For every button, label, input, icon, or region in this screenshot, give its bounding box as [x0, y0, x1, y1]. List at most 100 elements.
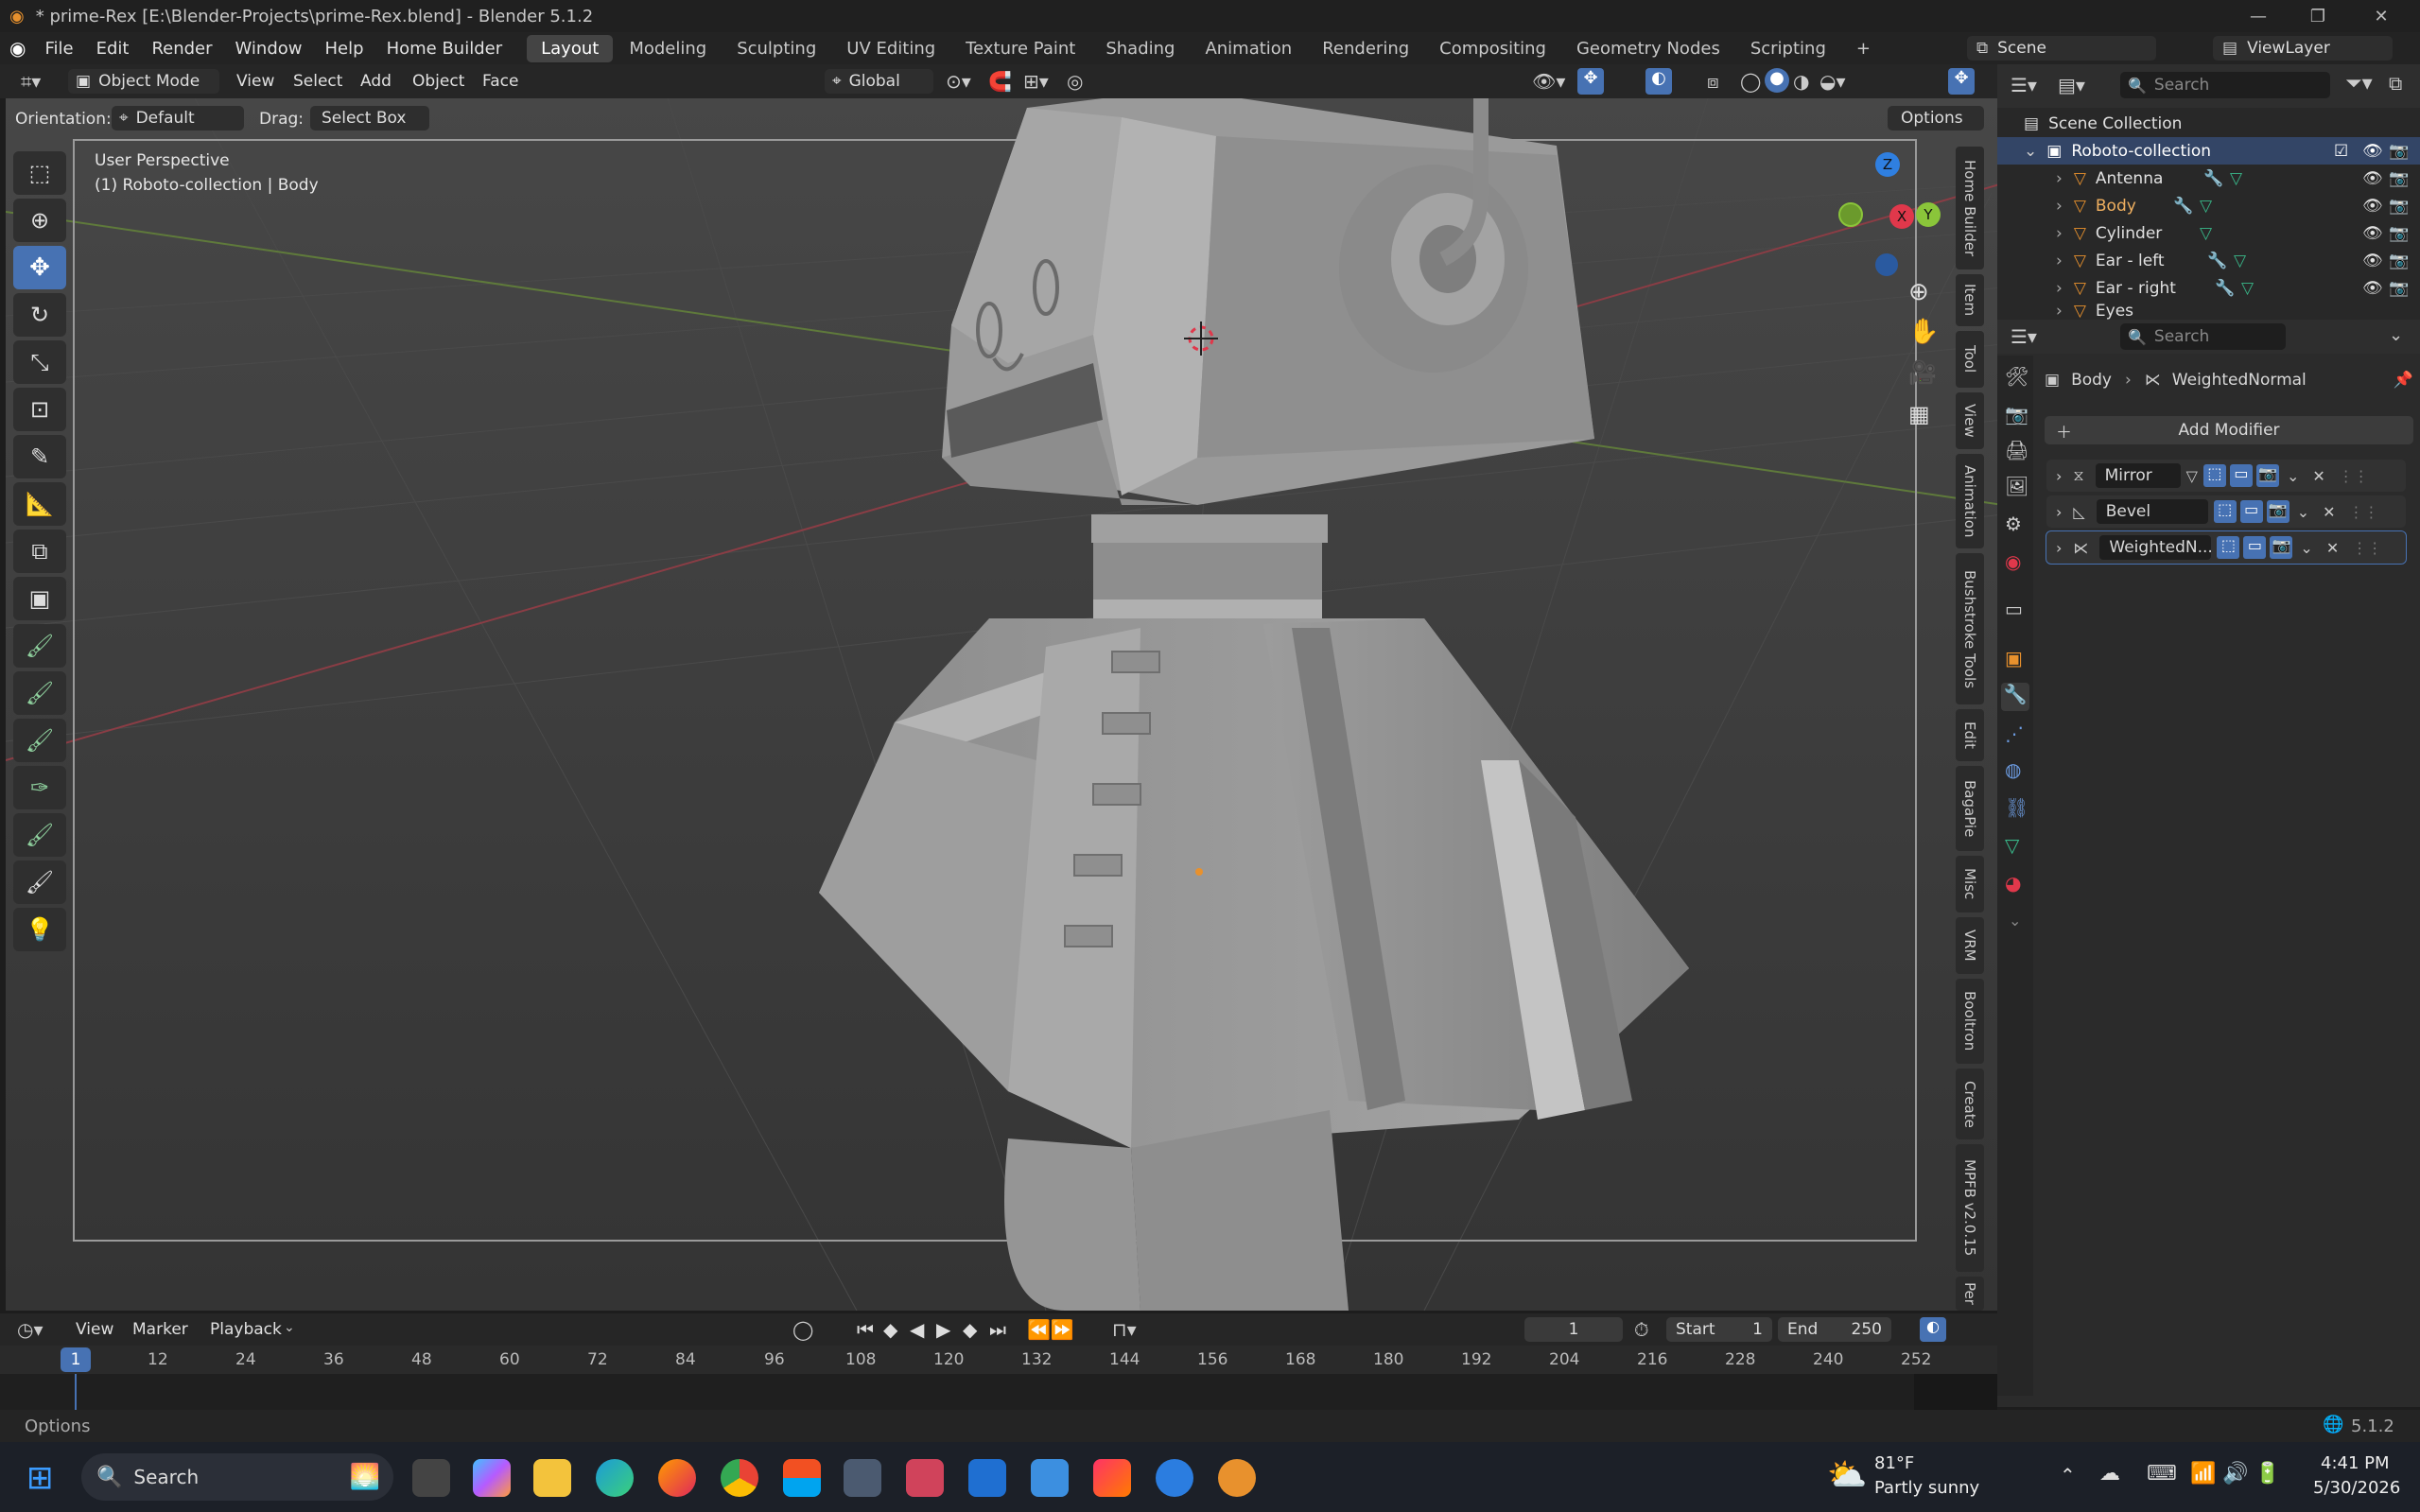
notepad-icon[interactable]	[1031, 1459, 1069, 1497]
drag-dropdown[interactable]: Select Box	[310, 106, 429, 130]
sidebar-tab-home-builder[interactable]: Home Builder	[1956, 147, 1984, 269]
wireframe-shading-icon[interactable]: ◯	[1740, 70, 1761, 93]
tab-texture-paint[interactable]: Texture Paint	[951, 35, 1089, 62]
add-primitive-tool[interactable]: ▣	[13, 577, 66, 620]
menu-select[interactable]: Select	[293, 72, 342, 91]
menu-object[interactable]: Object	[412, 72, 464, 91]
navigation-gizmo[interactable]: Z X Y	[1821, 148, 1941, 276]
menu-render[interactable]: Render	[140, 39, 223, 59]
tab-compositing[interactable]: Compositing	[1425, 35, 1560, 62]
collection-checkbox[interactable]: ☑	[2334, 142, 2348, 161]
menu-file[interactable]: File	[33, 39, 84, 59]
timeline-ruler[interactable]: 1 12 24 36 48 60 72 84 96 108 120 132 14…	[0, 1346, 1997, 1374]
menu-edit[interactable]: Edit	[85, 39, 141, 59]
timeline-menu-marker[interactable]: Marker	[132, 1320, 188, 1339]
wifi-icon[interactable]: 📶	[2190, 1462, 2216, 1486]
close-button[interactable]: ✕	[2348, 0, 2414, 32]
world-props-tab-icon[interactable]: ◉	[2005, 550, 2021, 573]
collapse-arrow-icon[interactable]: ›	[2056, 503, 2062, 521]
scale-tool[interactable]: ⤡	[13, 340, 66, 384]
collapse-arrow-icon[interactable]: ›	[2056, 539, 2062, 557]
modifier-weighted-normal[interactable]: › ⋉ WeightedN... ⬚ ▭ 📷 ⌄ ✕ ⋮⋮	[2046, 530, 2407, 565]
modifier-props-tab-icon[interactable]: 🔧	[2001, 683, 2029, 711]
transform-tool[interactable]: ⊡	[13, 388, 66, 431]
calculator-icon[interactable]	[844, 1459, 881, 1497]
modifier-mirror[interactable]: › ⧖ Mirror ▽ ⬚ ▭ 📷 ⌄ ✕ ⋮⋮	[2046, 460, 2406, 492]
menu-face[interactable]: Face	[482, 72, 518, 91]
material-shading-icon[interactable]: ◑	[1793, 70, 1809, 93]
creative-cloud-icon[interactable]	[1093, 1459, 1131, 1497]
brush-tool-2[interactable]: 🖌	[13, 671, 66, 715]
store-icon[interactable]	[783, 1459, 821, 1497]
current-frame-field[interactable]: 1	[1524, 1317, 1623, 1342]
sidebar-tab-tool[interactable]: Tool	[1956, 331, 1984, 388]
restore-button[interactable]: ❐	[2285, 0, 2351, 32]
view-layer-tab-icon[interactable]: 🖼	[2005, 475, 2028, 497]
properties-options-icon[interactable]: ⌄	[2389, 325, 2403, 345]
sidebar-tab-bagapie[interactable]: BagaPie	[1956, 766, 1984, 851]
pin-icon[interactable]: 📌	[2394, 371, 2413, 390]
new-collection-icon[interactable]: ⧉	[2389, 72, 2402, 95]
snap-target-icon[interactable]: ⊞▾	[1023, 70, 1049, 93]
tab-uv-editing[interactable]: UV Editing	[832, 35, 949, 62]
tab-scripting[interactable]: Scripting	[1736, 35, 1840, 62]
modifier-name-field[interactable]: Mirror	[2095, 463, 2181, 488]
collection-render-icon[interactable]: 📷	[2389, 142, 2409, 161]
expand-arrow-icon[interactable]: ›	[2056, 279, 2063, 298]
cage-toggle-icon[interactable]: ⬚	[2213, 500, 2237, 523]
add-workspace-button[interactable]: +	[1842, 35, 1885, 62]
timeline-track-area[interactable]	[0, 1374, 1997, 1410]
cursor-tool[interactable]: ⊕	[13, 199, 66, 242]
transform-orientation-selector[interactable]: ⌖ Global	[825, 69, 933, 94]
gizmo-neg-y-axis[interactable]	[1838, 202, 1863, 227]
expand-arrow-icon[interactable]: ›	[2056, 252, 2063, 270]
object-visibility-icon[interactable]: 👁	[2362, 279, 2383, 298]
brush-tool-3[interactable]: 🖌	[13, 719, 66, 762]
light-tool[interactable]: 💡	[13, 908, 66, 951]
drag-handle-icon[interactable]: ⋮⋮	[2349, 503, 2379, 521]
task-view-icon[interactable]	[412, 1459, 450, 1497]
menu-add[interactable]: Add	[360, 72, 392, 91]
mail-icon[interactable]	[968, 1459, 1006, 1497]
measure-tool[interactable]: 📐	[13, 482, 66, 526]
prev-keyframe-icon[interactable]: ◆	[883, 1318, 897, 1341]
timeline-menu-view[interactable]: View	[76, 1320, 113, 1339]
viewport-toggle-icon[interactable]: ▭	[2229, 464, 2253, 487]
menu-window[interactable]: Window	[224, 39, 314, 59]
properties-search[interactable]: 🔍 Search	[2120, 323, 2286, 350]
object-render-icon[interactable]: 📷	[2389, 169, 2409, 188]
ortho-grid-icon[interactable]: ▦	[1908, 401, 1930, 427]
particles-tab-icon[interactable]: ⋰	[2005, 722, 2024, 745]
drag-handle-icon[interactable]: ⋮⋮	[2339, 467, 2369, 485]
constraints-tab-icon[interactable]: ⛓	[2005, 796, 2028, 819]
outliner-object-cylinder[interactable]: › ▽ Cylinder ▽ 👁 📷	[1997, 219, 2420, 247]
modifier-bevel[interactable]: › ◺ Bevel ⬚ ▭ 📷 ⌄ ✕ ⋮⋮	[2046, 495, 2406, 528]
pan-hand-icon[interactable]: ✋	[1908, 318, 1939, 346]
outliner-display-mode-icon[interactable]: ▤▾	[2058, 74, 2085, 96]
playhead-frame[interactable]: 1	[61, 1347, 91, 1372]
solid-shading-icon[interactable]: ●	[1765, 68, 1789, 93]
remove-modifier-icon[interactable]: ✕	[2326, 539, 2339, 557]
render-props-tab-icon[interactable]: 📷	[2005, 403, 2028, 426]
modifier-menu-icon[interactable]: ⌄	[2300, 539, 2312, 557]
rotate-tool[interactable]: ↻	[13, 293, 66, 337]
preview-range-icon[interactable]: ⏱	[1634, 1318, 1649, 1341]
viewport-toggle-icon[interactable]: ▭	[2243, 536, 2267, 559]
collapse-arrow-icon[interactable]: ›	[2056, 467, 2062, 485]
object-render-icon[interactable]: 📷	[2389, 224, 2409, 243]
keyframe-jump-icon[interactable]: ⏪⏩	[1027, 1318, 1074, 1341]
object-render-icon[interactable]: 📷	[2389, 279, 2409, 298]
keyboard-icon[interactable]: ⌨	[2147, 1462, 2177, 1486]
rendered-shading-icon[interactable]: ◒▾	[1819, 70, 1846, 93]
taskbar-search-box[interactable]: 🔍 Search 🌅	[81, 1453, 393, 1501]
outliner-roboto-collection[interactable]: ⌄ ▣ Roboto-collection ☑ 👁 📷	[1997, 137, 2420, 165]
end-frame-field[interactable]: End 250	[1778, 1317, 1891, 1342]
sidebar-tab-booltron[interactable]: Booltron	[1956, 979, 1984, 1064]
object-visibility-icon[interactable]: 👁	[2362, 169, 2383, 188]
sidebar-tab-vrm[interactable]: VRM	[1956, 917, 1984, 974]
outliner-editor-icon[interactable]: ☰▾	[2011, 74, 2037, 96]
menu-help[interactable]: Help	[314, 39, 375, 59]
remove-modifier-icon[interactable]: ✕	[2312, 467, 2324, 485]
auto-keying-icon[interactable]: ◯	[792, 1318, 813, 1341]
snap-frames-icon[interactable]: ⊓▾	[1112, 1318, 1137, 1341]
